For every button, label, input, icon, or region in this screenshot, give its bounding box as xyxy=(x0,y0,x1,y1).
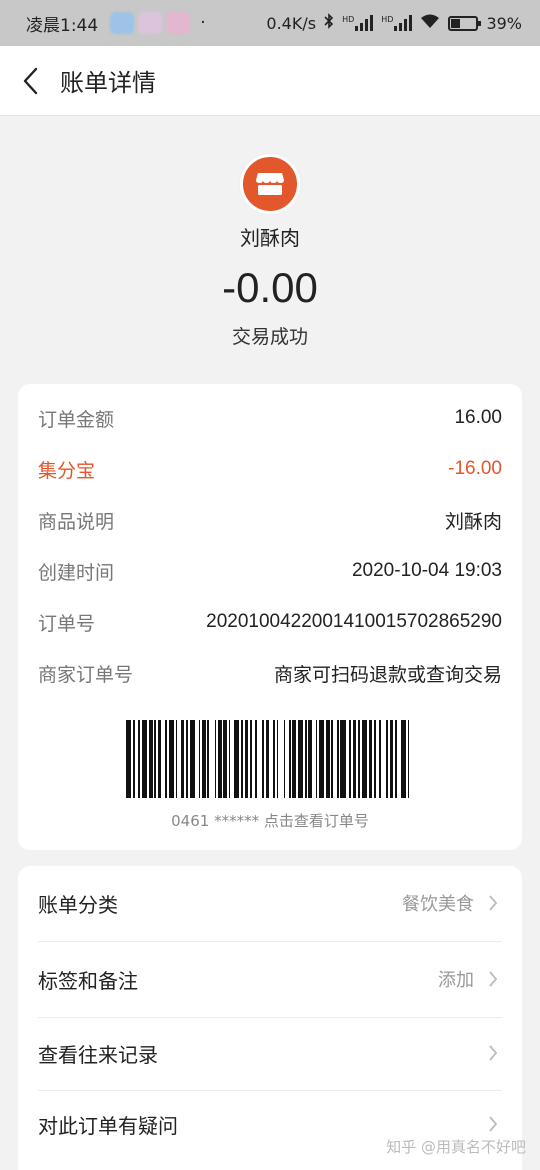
page-title: 账单详情 xyxy=(60,69,156,97)
detail-label: 订单号 xyxy=(38,612,96,635)
status-time: 凌晨1:44 xyxy=(26,15,99,36)
signal-icon-2: HD xyxy=(381,15,413,31)
detail-value[interactable]: 2020100422001410015702865290 xyxy=(206,611,502,633)
menu-tags-notes[interactable]: 标签和备注 添加 xyxy=(38,942,502,1016)
order-barcode[interactable] xyxy=(126,720,414,798)
status-dot: · xyxy=(200,13,206,33)
back-button[interactable] xyxy=(0,46,60,116)
merchant-logo xyxy=(240,154,300,214)
actions-card: 账单分类 餐饮美食 标签和备注 添加 查看往来记录 对此订单有疑问 xyxy=(18,866,522,1170)
transaction-status: 交易成功 xyxy=(231,326,308,348)
watermark: 知乎 @用真名不好吧 xyxy=(386,1138,526,1156)
transaction-amount: -0.00 xyxy=(222,264,318,311)
detail-value: 16.00 xyxy=(454,407,502,428)
signal-icon: HD xyxy=(342,15,374,31)
detail-row-order-amount: 订单金额 16.00 xyxy=(38,403,502,433)
back-arrow-icon xyxy=(23,67,38,94)
barcode-bar xyxy=(409,720,413,798)
battery-icon xyxy=(448,15,482,31)
details-card: 订单金额 16.00 集分宝 -16.00 商品说明 刘酥肉 创建时间 2020… xyxy=(18,384,522,850)
battery-percent: 39% xyxy=(486,13,522,33)
chevron-right-icon xyxy=(484,894,502,912)
menu-label: 对此订单有疑问 xyxy=(38,1113,178,1138)
menu-label: 账单分类 xyxy=(38,892,118,917)
chevron-right-icon xyxy=(484,1115,502,1133)
hd-label: HD xyxy=(342,15,355,24)
detail-label: 创建时间 xyxy=(38,561,115,584)
status-bar: 凌晨1:44 · 0.4K/s HD HD 39% xyxy=(0,0,540,46)
blurred-notification-icons xyxy=(110,12,191,34)
merchant-name: 刘酥肉 xyxy=(240,226,300,250)
transaction-summary: 刘酥肉 -0.00 交易成功 xyxy=(0,116,540,384)
detail-value: 刘酥肉 xyxy=(444,511,502,533)
menu-label: 查看往来记录 xyxy=(38,1042,158,1067)
bluetooth-icon xyxy=(324,13,334,33)
detail-value: -16.00 xyxy=(448,458,502,479)
chevron-right-icon xyxy=(484,970,502,988)
detail-row-merchant-order: 商家订单号 商家可扫码退款或查询交易 xyxy=(38,658,502,688)
detail-value: 2020-10-04 19:03 xyxy=(351,560,502,581)
menu-label: 标签和备注 xyxy=(38,968,138,993)
detail-label: 商品说明 xyxy=(38,510,115,533)
battery-fill xyxy=(451,18,461,28)
chevron-right-icon xyxy=(484,1044,502,1062)
detail-value: 商家可扫码退款或查询交易 xyxy=(273,664,502,686)
wifi-icon xyxy=(420,13,440,33)
detail-label: 商家订单号 xyxy=(38,663,134,686)
store-icon xyxy=(256,173,284,195)
status-right: 0.4K/s HD HD 39% xyxy=(266,13,522,33)
detail-row-product: 商品说明 刘酥肉 xyxy=(38,505,502,535)
hd-label-2: HD xyxy=(381,15,394,24)
detail-label: 订单金额 xyxy=(38,408,115,431)
detail-label: 集分宝 xyxy=(38,459,96,482)
detail-row-jifenbao: 集分宝 -16.00 xyxy=(38,454,502,484)
menu-history[interactable]: 查看往来记录 xyxy=(38,1016,502,1090)
detail-row-order-number: 订单号 2020100422001410015702865290 xyxy=(38,607,502,637)
menu-bill-category[interactable]: 账单分类 餐饮美食 xyxy=(38,866,502,940)
detail-row-created-time: 创建时间 2020-10-04 19:03 xyxy=(38,556,502,586)
menu-value: 餐饮美食 xyxy=(402,894,474,915)
net-speed: 0.4K/s xyxy=(266,13,317,33)
barcode-caption[interactable]: 0461 ****** 点击查看订单号 xyxy=(18,810,522,831)
nav-bar: 账单详情 xyxy=(0,46,540,116)
menu-value: 添加 xyxy=(438,970,474,991)
